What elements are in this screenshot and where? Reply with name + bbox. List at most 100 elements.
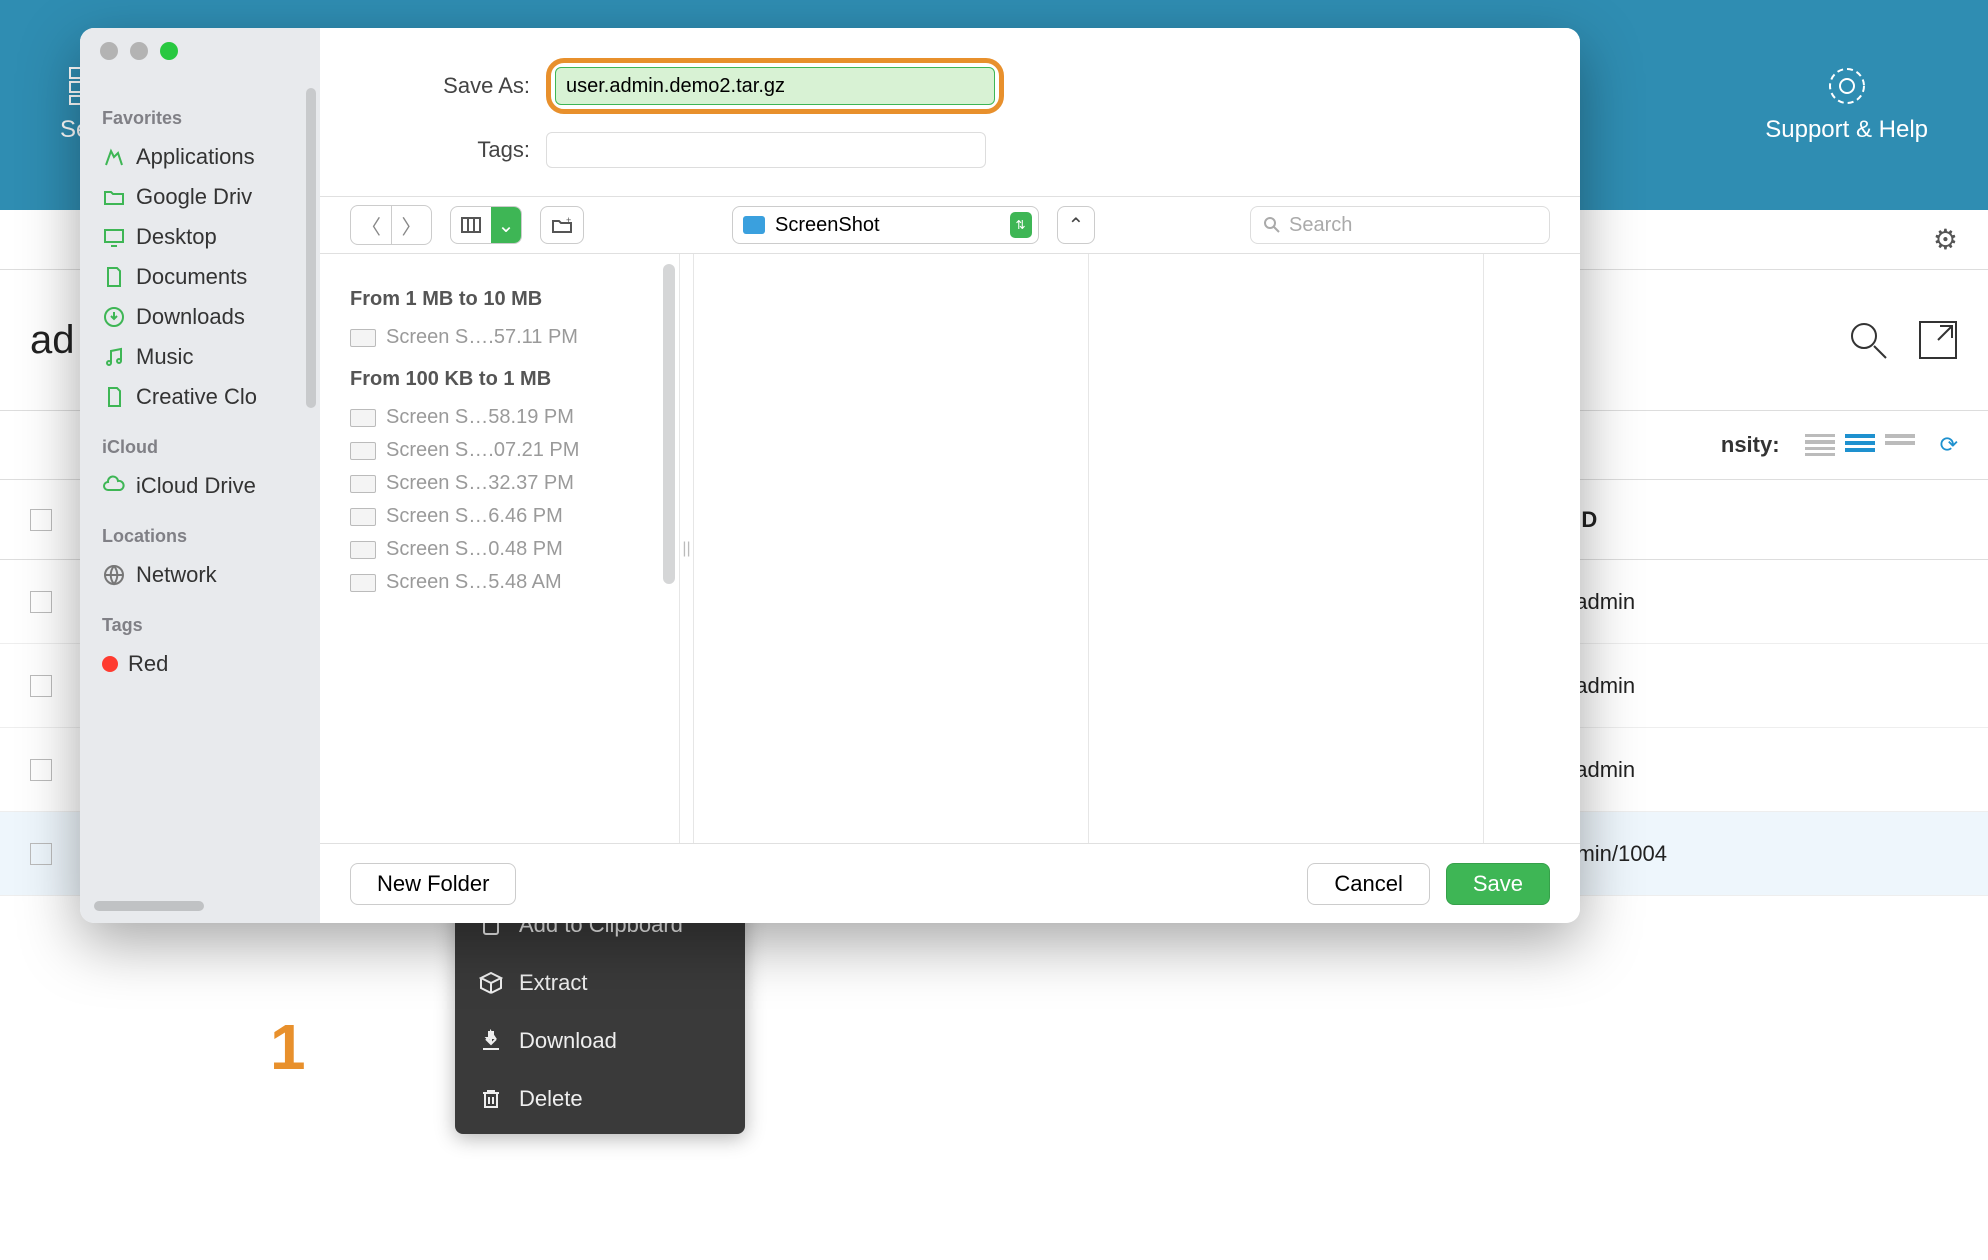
view-mode-dropdown[interactable]: ⌄: [491, 207, 521, 243]
sidebar-header-favorites: Favorites: [102, 108, 320, 129]
density-medium[interactable]: [1845, 434, 1875, 456]
sidebar-item-googledrive[interactable]: Google Driv: [98, 177, 320, 217]
finder-search[interactable]: Search: [1250, 206, 1550, 244]
item-label: Screen S…0.48 PM: [386, 538, 563, 561]
ctx-label: Extract: [519, 970, 587, 996]
dialog-toolbar: 〈 〉 ⌄ + ScreenShot ⇅ ⌃ Search: [320, 196, 1580, 254]
sidebar-item-network[interactable]: Network: [98, 555, 320, 595]
document-icon: [102, 265, 126, 289]
list-item[interactable]: Screen S….07.21 PM: [350, 434, 665, 467]
downloads-icon: [102, 305, 126, 329]
finder-sidebar: Favorites Applications Google Driv Deskt…: [80, 28, 320, 923]
search-icon: [1263, 216, 1281, 234]
refresh-icon[interactable]: ⟳: [1940, 432, 1958, 458]
sidebar-item-label: Red: [128, 651, 168, 677]
list-item[interactable]: Screen S….57.11 PM: [350, 321, 665, 354]
svg-text:+: +: [566, 216, 571, 225]
tags-input[interactable]: [546, 132, 986, 168]
sidebar-item-tag-red[interactable]: Red: [98, 644, 320, 684]
search-icon[interactable]: [1848, 320, 1888, 360]
column-scrollbar[interactable]: [663, 264, 675, 584]
cancel-button[interactable]: Cancel: [1307, 863, 1429, 905]
folder-icon: [102, 185, 126, 209]
file-icon: [102, 385, 126, 409]
column-resize-handle[interactable]: ||: [680, 254, 694, 843]
density-compact[interactable]: [1805, 434, 1835, 456]
nav-forward-button[interactable]: 〉: [391, 206, 431, 244]
gear-icon[interactable]: ⚙: [1933, 223, 1958, 256]
sidebar-item-iclouddrive[interactable]: iCloud Drive: [98, 466, 320, 506]
browser-column-1[interactable]: From 1 MB to 10 MB Screen S….57.11 PM Fr…: [320, 254, 680, 843]
sidebar-item-music[interactable]: Music: [98, 337, 320, 377]
ctx-delete[interactable]: Delete: [455, 1070, 745, 1128]
ctx-extract[interactable]: Extract: [455, 954, 745, 1012]
app-icon: [102, 145, 126, 169]
sidebar-item-label: iCloud Drive: [136, 473, 256, 499]
thumb-icon: [350, 329, 376, 347]
zoom-window-icon[interactable]: [160, 42, 178, 60]
thumb-icon: [350, 475, 376, 493]
row-checkbox[interactable]: [30, 675, 52, 697]
select-all-checkbox[interactable]: [30, 509, 52, 531]
ctx-download[interactable]: Download: [455, 1012, 745, 1070]
row-owner: admin/1004: [1552, 841, 1958, 867]
list-item[interactable]: Screen S…0.48 PM: [350, 533, 665, 566]
browser-column-3[interactable]: [1089, 254, 1484, 843]
saveas-highlight: [546, 58, 1004, 114]
row-checkbox[interactable]: [30, 843, 52, 865]
col-gid[interactable]: /GID: [1552, 507, 1958, 533]
sidebar-item-desktop[interactable]: Desktop: [98, 217, 320, 257]
close-window-icon[interactable]: [100, 42, 118, 60]
list-item[interactable]: Screen S…32.37 PM: [350, 467, 665, 500]
search-placeholder: Search: [1289, 214, 1352, 237]
columns-icon: [461, 217, 481, 233]
tags-label: Tags:: [410, 137, 530, 163]
sidebar-item-label: Network: [136, 562, 217, 588]
row-owner: in/admin: [1552, 589, 1958, 615]
ctx-label: Download: [519, 1028, 617, 1054]
folder-icon: [743, 216, 765, 234]
sidebar-item-creativecloud[interactable]: Creative Clo: [98, 377, 320, 417]
sidebar-header-tags: Tags: [102, 615, 320, 636]
new-folder-icon-button[interactable]: +: [540, 206, 584, 244]
thumb-icon: [350, 442, 376, 460]
minimize-window-icon[interactable]: [130, 42, 148, 60]
sidebar-item-applications[interactable]: Applications: [98, 137, 320, 177]
dialog-main: Save As: Tags: 〈 〉 ⌄ +: [320, 28, 1580, 923]
list-item[interactable]: Screen S…5.48 AM: [350, 566, 665, 599]
view-columns-button[interactable]: [451, 207, 491, 243]
browser-column-2[interactable]: [694, 254, 1089, 843]
saveas-label: Save As:: [410, 73, 530, 99]
thumb-icon: [350, 409, 376, 427]
location-dropdown[interactable]: ScreenShot ⇅: [732, 206, 1039, 244]
sidebar-scrollbar[interactable]: [306, 88, 316, 408]
sidebar-item-downloads[interactable]: Downloads: [98, 297, 320, 337]
collapse-button[interactable]: ⌃: [1057, 206, 1096, 244]
item-label: Screen S…32.37 PM: [386, 472, 574, 495]
saveas-input[interactable]: [555, 67, 995, 105]
row-checkbox[interactable]: [30, 759, 52, 781]
nav-back-button[interactable]: 〈: [351, 206, 391, 244]
item-label: Screen S…58.19 PM: [386, 406, 574, 429]
sidebar-item-label: Applications: [136, 144, 255, 170]
item-label: Screen S…5.48 AM: [386, 571, 562, 594]
page-title-fragment: ad: [30, 318, 75, 363]
density-loose[interactable]: [1885, 434, 1915, 456]
save-button[interactable]: Save: [1446, 863, 1550, 905]
list-item[interactable]: Screen S…58.19 PM: [350, 401, 665, 434]
updown-icon: ⇅: [1010, 212, 1032, 238]
globe-icon: [102, 563, 126, 587]
sidebar-header-icloud: iCloud: [102, 437, 320, 458]
sidebar-item-label: Downloads: [136, 304, 245, 330]
sidebar-h-scrollbar[interactable]: [94, 901, 204, 911]
header-right[interactable]: Support & Help: [1765, 66, 1928, 144]
context-menu: Add to Clipboard Extract Download Delete: [455, 890, 745, 1134]
sidebar-item-documents[interactable]: Documents: [98, 257, 320, 297]
expand-icon[interactable]: [1918, 320, 1958, 360]
list-item[interactable]: Screen S…6.46 PM: [350, 500, 665, 533]
save-dialog: Favorites Applications Google Driv Deskt…: [80, 28, 1580, 923]
new-folder-button[interactable]: New Folder: [350, 863, 516, 905]
row-checkbox[interactable]: [30, 591, 52, 613]
sidebar-item-label: Music: [136, 344, 193, 370]
thumb-icon: [350, 574, 376, 592]
